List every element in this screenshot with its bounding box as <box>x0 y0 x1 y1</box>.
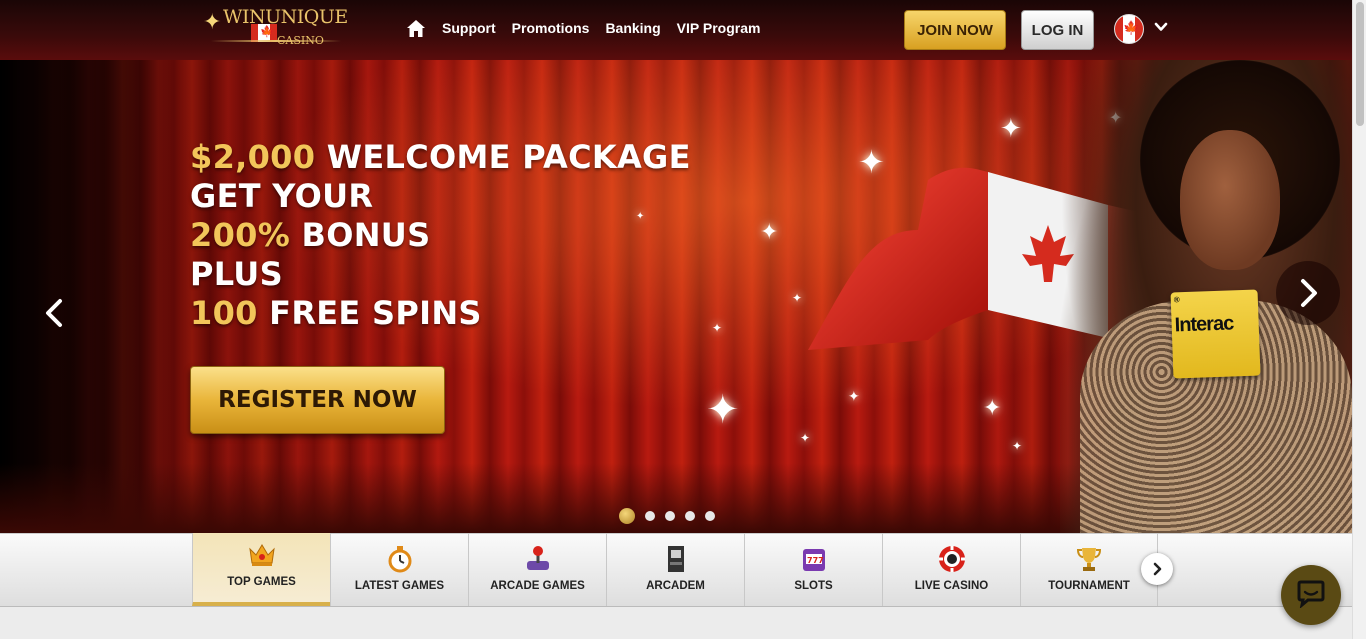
category-live-casino[interactable]: LIVE CASINO <box>882 533 1020 606</box>
carousel-dot[interactable] <box>685 511 695 521</box>
content-background <box>0 607 1352 639</box>
register-now-button[interactable]: REGISTER NOW <box>190 366 445 434</box>
sparkle-icon: ✦ <box>760 220 779 245</box>
sparkle-icon: ✦ <box>712 321 723 335</box>
carousel-dot[interactable] <box>665 511 675 521</box>
crown-icon <box>247 540 277 570</box>
sparkle-icon: ✦ <box>706 387 740 433</box>
nav-support[interactable]: Support <box>442 20 496 36</box>
category-arcade-games[interactable]: ARCADE GAMES <box>468 533 606 606</box>
logo-swoosh <box>211 40 341 42</box>
promo-headline: $2,000 WELCOME PACKAGE GET YOUR 200% BON… <box>190 138 691 332</box>
main-nav: Support Promotions Banking VIP Program <box>406 18 760 38</box>
category-next-arrow-icon[interactable] <box>1141 553 1173 585</box>
log-in-button[interactable]: LOG IN <box>1021 10 1094 50</box>
carousel-dot[interactable] <box>645 511 655 521</box>
sparkle-icon: ✦ <box>1000 114 1022 144</box>
carousel-dot[interactable] <box>619 508 635 524</box>
logo-brand-text: WINUNIQUE <box>223 6 348 28</box>
joystick-icon <box>523 544 553 574</box>
sparkle-icon: ✦ <box>800 431 811 445</box>
join-now-button[interactable]: JOIN NOW <box>904 10 1006 50</box>
scrollbar-thumb[interactable] <box>1356 2 1364 126</box>
arcade-cabinet-icon <box>661 544 691 574</box>
sparkle-icon: ✦ <box>1012 439 1023 453</box>
sparkle-star-icon: ✦ <box>203 10 222 35</box>
chat-bubble-icon <box>1296 578 1326 612</box>
category-top-games[interactable]: TOP GAMES <box>192 533 330 606</box>
sparkle-icon: ✦ <box>848 389 860 405</box>
category-arcadem[interactable]: ARCADEM <box>606 533 744 606</box>
live-chat-button[interactable] <box>1281 565 1341 625</box>
trophy-icon <box>1074 544 1104 574</box>
hero-carousel: ✦ ✦ ✦ ✦ ✦ ✦ ✦ ✦ ✦ ✦ ✦ ✦ ® Interac $2,000… <box>0 60 1352 533</box>
interac-card: ® Interac <box>1170 289 1261 379</box>
category-latest-games[interactable]: LATEST GAMES <box>330 533 468 606</box>
canada-flag-icon[interactable]: 🍁 <box>1114 14 1144 44</box>
site-header: ✦ WINUNIQUE 🍁 CASINO Support Promotions … <box>0 0 1352 60</box>
category-tournament[interactable]: TOURNAMENT <box>1020 533 1158 606</box>
svg-text:777: 777 <box>807 556 824 565</box>
category-slots[interactable]: 777 SLOTS <box>744 533 882 606</box>
carousel-next-arrow-icon[interactable] <box>1276 261 1340 325</box>
casino-chip-icon <box>937 544 967 574</box>
sparkle-icon: ✦ <box>792 291 803 305</box>
nav-promotions[interactable]: Promotions <box>512 20 590 36</box>
nav-banking[interactable]: Banking <box>605 20 660 36</box>
carousel-pagination <box>619 508 715 524</box>
carousel-dot[interactable] <box>705 511 715 521</box>
home-icon[interactable] <box>406 18 426 38</box>
carousel-prev-arrow-icon[interactable] <box>35 293 75 333</box>
site-logo[interactable]: ✦ WINUNIQUE 🍁 CASINO <box>203 4 348 50</box>
chevron-down-icon[interactable] <box>1153 19 1169 35</box>
stopwatch-icon <box>385 544 415 574</box>
sparkle-icon: ✦ <box>983 396 1002 421</box>
slot-machine-icon: 777 <box>799 544 829 574</box>
nav-vip-program[interactable]: VIP Program <box>677 20 761 36</box>
page-scrollbar[interactable] <box>1352 0 1366 639</box>
